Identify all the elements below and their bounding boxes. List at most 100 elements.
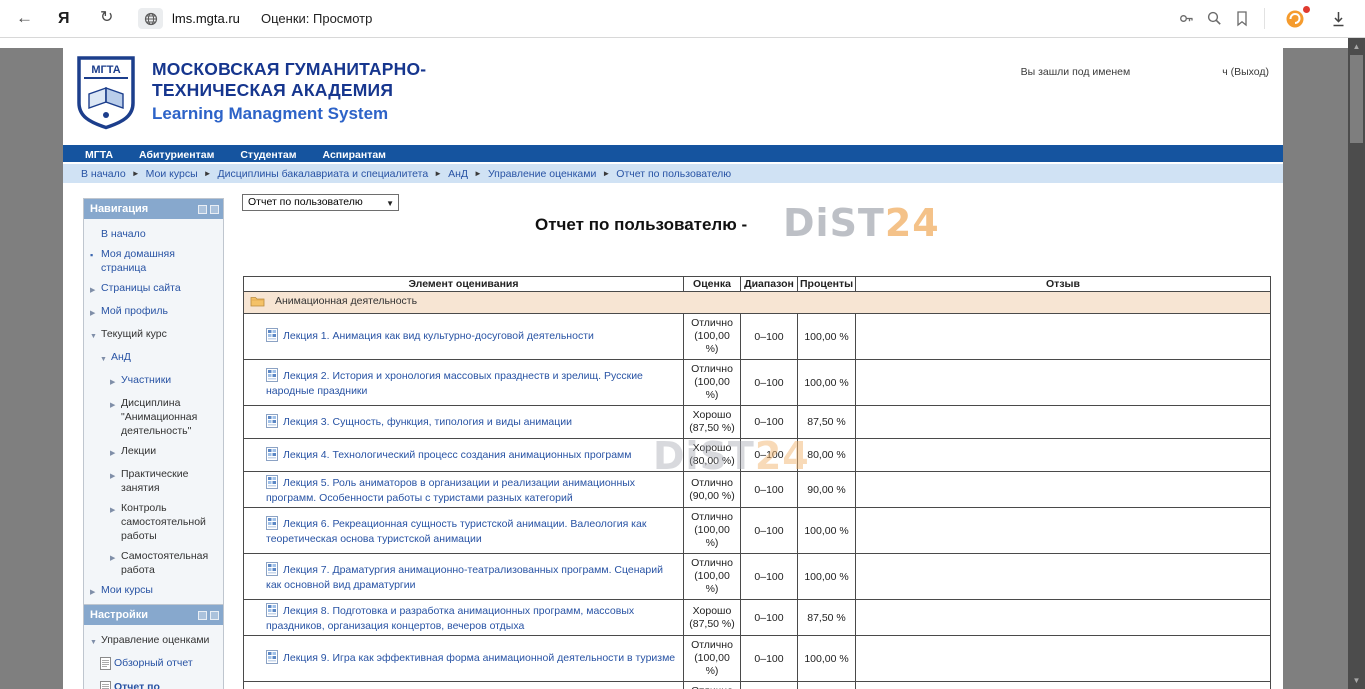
column-header: Оценка: [684, 277, 741, 292]
collapse-block-icon[interactable]: [198, 611, 207, 620]
tree-toggle-icon[interactable]: ▶: [110, 467, 121, 484]
sidebar-item[interactable]: Отчет по пользователю: [86, 677, 221, 689]
item-link[interactable]: Лекция 7. Драматургия анимационно-театра…: [266, 564, 663, 591]
breadcrumb-link[interactable]: Дисциплины бакалавриата и специалитета: [218, 168, 429, 180]
tree-toggle-icon[interactable]: ▶: [110, 396, 121, 413]
sidebar-item-label[interactable]: Мой профиль: [101, 304, 168, 318]
sidebar-item[interactable]: Обзорный отчет: [86, 653, 221, 677]
vertical-scrollbar[interactable]: ▲ ▼: [1348, 38, 1365, 689]
range-cell: 0–100: [741, 600, 798, 636]
breadcrumb-separator-icon: ►: [602, 169, 610, 178]
tree-toggle-icon[interactable]: ▶: [110, 549, 121, 566]
percent-cell: 100,00 %: [798, 360, 856, 406]
item-link[interactable]: Лекция 4. Технологический процесс создан…: [283, 449, 631, 461]
sidebar-item[interactable]: ▶Мои курсы: [86, 580, 221, 603]
breadcrumb-link[interactable]: Управление оценками: [488, 168, 596, 180]
range-cell: 0–100: [741, 406, 798, 439]
sidebar-item-label[interactable]: АнД: [111, 350, 131, 364]
tree-toggle-icon[interactable]: ▶: [110, 444, 121, 461]
login-prefix: Вы зашли под именем: [1021, 66, 1131, 78]
tree-toggle-icon[interactable]: ▶: [110, 373, 121, 390]
feedback-cell: [856, 472, 1271, 508]
collapse-block-icon[interactable]: [198, 205, 207, 214]
sidebar-item[interactable]: ▼АнД: [86, 347, 221, 370]
feedback-cell: [856, 682, 1271, 689]
range-cell: 0–100: [741, 472, 798, 508]
sidebar-item-label[interactable]: Мои курсы: [101, 583, 153, 597]
item-link[interactable]: Лекция 9. Игра как эффективная форма ани…: [283, 652, 675, 664]
tree-toggle-icon[interactable]: ▼: [100, 350, 111, 367]
grade-label: Отлично: [688, 317, 736, 330]
item-link[interactable]: Лекция 6. Рекреационная сущность туристс…: [266, 518, 646, 545]
sidebar-item[interactable]: В начало: [86, 224, 221, 244]
percent-cell: 100,00 %: [798, 508, 856, 554]
address-url[interactable]: lms.mgta.ru: [172, 11, 240, 26]
download-icon[interactable]: [1330, 10, 1347, 33]
tree-toggle-icon[interactable]: ▶: [90, 281, 101, 298]
breadcrumb-link[interactable]: АнД: [448, 168, 468, 180]
breadcrumb-link[interactable]: Отчет по пользователю: [616, 168, 731, 180]
sidebar-item-label[interactable]: Участники: [121, 373, 171, 387]
academy-logo[interactable]: МГТА: [75, 55, 137, 131]
report-type-select[interactable]: Отчет по пользователю ▼: [242, 194, 399, 211]
nav-item[interactable]: Студентам: [240, 149, 296, 161]
dock-block-icon[interactable]: [210, 205, 219, 214]
nav-item[interactable]: Абитуриентам: [139, 149, 214, 161]
search-icon[interactable]: [1206, 10, 1223, 32]
tree-toggle-icon[interactable]: ▼: [90, 327, 101, 344]
academy-name-line2: ТЕХНИЧЕСКАЯ АКАДЕМИЯ: [152, 80, 426, 101]
scroll-up-icon[interactable]: ▲: [1348, 38, 1365, 55]
sidebar-item[interactable]: ▶Дисциплина "Анимационная деятельность": [86, 393, 221, 441]
item-link[interactable]: Лекция 5. Роль аниматоров в организации …: [266, 477, 635, 504]
percent-cell: 87,50 %: [798, 600, 856, 636]
tree-toggle-icon[interactable]: ▶: [90, 583, 101, 600]
sidebar-item[interactable]: ▶Страницы сайта: [86, 278, 221, 301]
grade-fraction: (100,00 %): [688, 652, 736, 678]
grade-label: Отлично: [688, 557, 736, 570]
sidebar-item[interactable]: ▪Моя домашняя страница: [86, 244, 221, 278]
sidebar-item[interactable]: ▶Мой профиль: [86, 301, 221, 324]
yandex-logo[interactable]: Я: [58, 9, 70, 29]
key-icon[interactable]: [1178, 10, 1195, 32]
sidebar-item[interactable]: ▶Контроль самостоятельной работы: [86, 498, 221, 546]
sidebar-item[interactable]: ▶Самостоятельная работа: [86, 546, 221, 580]
tree-toggle-icon[interactable]: ▶: [90, 304, 101, 321]
sidebar-item-label[interactable]: Страницы сайта: [101, 281, 181, 295]
sidebar-item[interactable]: ▼Управление оценками: [86, 630, 221, 653]
sidebar-item[interactable]: ▶Участники: [86, 370, 221, 393]
scroll-down-icon[interactable]: ▼: [1348, 672, 1365, 689]
extension-icon[interactable]: [1284, 6, 1310, 32]
tree-toggle-icon[interactable]: ▼: [90, 633, 101, 650]
sidebar-item-label[interactable]: В начало: [101, 227, 146, 241]
sidebar-item-label[interactable]: Обзорный отчет: [114, 656, 193, 670]
sidebar-item[interactable]: ▶Практические занятия: [86, 464, 221, 498]
sidebar-item-label: Самостоятельная работа: [121, 549, 219, 577]
grade-label: Отлично: [688, 639, 736, 652]
dock-block-icon[interactable]: [210, 611, 219, 620]
sidebar-item-label: Практические занятия: [121, 467, 219, 495]
scrollbar-thumb[interactable]: [1350, 55, 1363, 143]
grade-fraction: (100,00 %): [688, 330, 736, 356]
item-link[interactable]: Лекция 1. Анимация как вид культурно-дос…: [283, 330, 594, 342]
grade-item-row: Лекция 8. Подготовка и разработка анимац…: [244, 600, 1271, 636]
breadcrumb-link[interactable]: В начало: [81, 168, 126, 180]
tree-toggle-icon[interactable]: ▶: [110, 501, 121, 518]
grade-item-row: Лекция 1. Анимация как вид культурно-дос…: [244, 314, 1271, 360]
refresh-icon[interactable]: ↻: [100, 8, 113, 28]
back-icon[interactable]: ←: [16, 8, 33, 28]
breadcrumb-link[interactable]: Мои курсы: [146, 168, 198, 180]
bookmark-icon[interactable]: [1234, 10, 1250, 32]
logout-link[interactable]: ч (Выход): [1222, 66, 1269, 78]
item-link[interactable]: Лекция 8. Подготовка и разработка анимац…: [266, 605, 634, 632]
grade-label: Отлично: [688, 477, 736, 490]
grade-label: Хорошо: [688, 605, 736, 618]
item-link[interactable]: Лекция 3. Сущность, функция, типология и…: [283, 416, 572, 428]
sidebar-item-label[interactable]: Отчет по пользователю: [114, 680, 219, 689]
nav-item[interactable]: Аспирантам: [323, 149, 386, 161]
nav-item[interactable]: МГТА: [85, 149, 113, 161]
sidebar-item[interactable]: ▶Лекции: [86, 441, 221, 464]
doc-icon: [100, 656, 114, 674]
item-link[interactable]: Лекция 2. История и хронология массовых …: [266, 370, 643, 397]
sidebar-item[interactable]: ▼Текущий курс: [86, 324, 221, 347]
sidebar-item-label[interactable]: Моя домашняя страница: [101, 247, 219, 275]
